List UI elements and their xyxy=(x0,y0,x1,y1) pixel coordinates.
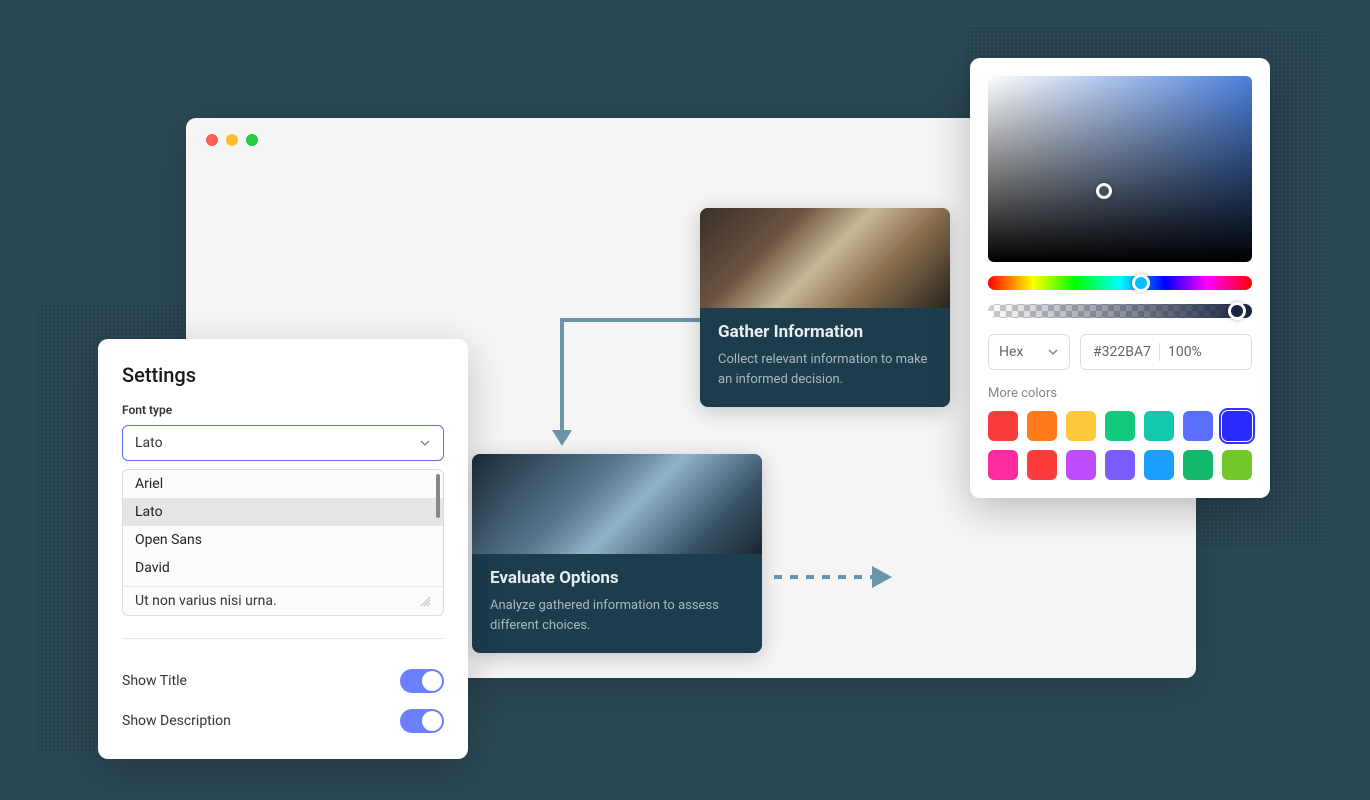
sample-textarea[interactable]: Ut non varius nisi urna. xyxy=(123,586,443,615)
hue-slider[interactable] xyxy=(988,276,1252,290)
color-swatch[interactable] xyxy=(1222,450,1252,480)
close-window-button[interactable] xyxy=(206,134,218,146)
flow-card-title: Evaluate Options xyxy=(490,568,744,588)
color-swatch[interactable] xyxy=(1066,450,1096,480)
font-dropdown-list: Ariel Lato Open Sans David Ut non varius… xyxy=(122,469,444,616)
color-swatch[interactable] xyxy=(1105,411,1135,441)
maximize-window-button[interactable] xyxy=(246,134,258,146)
toggle-knob xyxy=(422,671,442,691)
show-title-toggle[interactable] xyxy=(400,669,444,693)
color-format-select[interactable]: Hex xyxy=(988,334,1070,370)
color-swatch[interactable] xyxy=(1105,450,1135,480)
flow-card-gather[interactable]: Gather Information Collect relevant info… xyxy=(700,208,950,407)
flow-arrow-down xyxy=(550,318,700,454)
dropdown-scrollbar[interactable] xyxy=(436,474,440,518)
font-option-opensans[interactable]: Open Sans xyxy=(123,526,443,554)
show-description-label: Show Description xyxy=(122,713,231,729)
color-swatch[interactable] xyxy=(1027,450,1057,480)
chevron-down-icon xyxy=(419,437,431,449)
color-swatch[interactable] xyxy=(1066,411,1096,441)
chevron-down-icon xyxy=(1047,346,1059,358)
resize-handle-icon[interactable] xyxy=(419,595,431,607)
color-hex-input[interactable]: #322BA7 100% xyxy=(1080,334,1252,370)
show-description-toggle[interactable] xyxy=(400,709,444,733)
textarea-value: Ut non varius nisi urna. xyxy=(135,593,277,609)
color-swatch[interactable] xyxy=(1027,411,1057,441)
font-type-select[interactable]: Lato xyxy=(122,425,444,461)
font-option-david[interactable]: David xyxy=(123,554,443,582)
color-swatches-grid xyxy=(988,411,1252,480)
flow-card-evaluate[interactable]: Evaluate Options Analyze gathered inform… xyxy=(472,454,762,653)
divider xyxy=(122,638,444,639)
alpha-slider[interactable] xyxy=(988,304,1252,318)
flow-card-desc: Collect relevant information to make an … xyxy=(718,350,932,389)
flow-card-image xyxy=(472,454,762,554)
font-type-label: Font type xyxy=(98,399,468,421)
font-option-ariel[interactable]: Ariel xyxy=(123,470,443,498)
color-swatch[interactable] xyxy=(1144,450,1174,480)
minimize-window-button[interactable] xyxy=(226,134,238,146)
settings-title: Settings xyxy=(98,363,468,399)
saturation-cursor[interactable] xyxy=(1096,183,1112,199)
more-colors-label: More colors xyxy=(988,386,1252,401)
show-title-label: Show Title xyxy=(122,673,187,689)
flow-card-image xyxy=(700,208,950,308)
color-swatch[interactable] xyxy=(1183,450,1213,480)
flow-arrow-right xyxy=(774,562,894,592)
color-format-value: Hex xyxy=(999,344,1023,360)
alpha-value: 100% xyxy=(1168,344,1202,360)
flow-card-title: Gather Information xyxy=(718,322,932,342)
hue-cursor[interactable] xyxy=(1132,274,1150,292)
flow-card-desc: Analyze gathered information to assess d… xyxy=(490,596,744,635)
font-option-lato[interactable]: Lato xyxy=(123,498,443,526)
color-swatch[interactable] xyxy=(988,411,1018,441)
font-type-value: Lato xyxy=(135,435,163,451)
color-swatch[interactable] xyxy=(1222,411,1252,441)
input-separator xyxy=(1159,343,1160,361)
color-swatch[interactable] xyxy=(988,450,1018,480)
hex-value: #322BA7 xyxy=(1093,344,1151,360)
color-saturation-area[interactable] xyxy=(988,76,1252,262)
color-swatch[interactable] xyxy=(1144,411,1174,441)
alpha-cursor[interactable] xyxy=(1228,302,1246,320)
color-picker-panel: Hex #322BA7 100% More colors xyxy=(970,58,1270,498)
toggle-knob xyxy=(422,711,442,731)
settings-panel: Settings Font type Lato Ariel Lato Open … xyxy=(98,339,468,759)
color-swatch[interactable] xyxy=(1183,411,1213,441)
